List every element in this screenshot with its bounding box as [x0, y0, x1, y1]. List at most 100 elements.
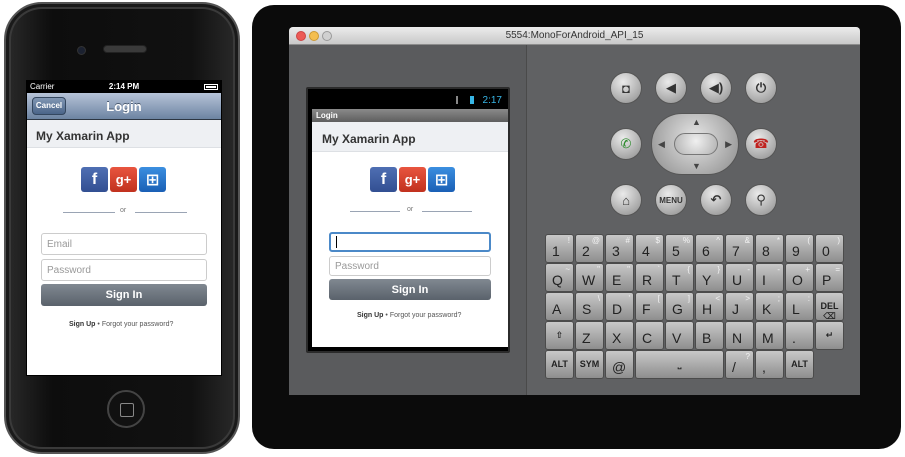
menu-button[interactable]: MENU	[655, 184, 687, 216]
key-symbol[interactable]: @	[605, 350, 634, 379]
key-j[interactable]: J >	[725, 292, 754, 321]
key-symbol[interactable]: /?	[725, 350, 754, 379]
email-field[interactable]: Email	[41, 233, 207, 255]
key-alt[interactable]: ALT	[785, 350, 814, 379]
end-call-button[interactable]: ☎	[745, 128, 777, 160]
key-r[interactable]: R `	[635, 263, 664, 292]
key-main-label: N	[732, 330, 743, 346]
key-l[interactable]: L:	[785, 292, 814, 321]
key-shift-label: (	[807, 236, 810, 245]
key-e[interactable]: E "	[605, 263, 634, 292]
microsoft-login-button[interactable]: ⊞	[139, 167, 166, 192]
sign-up-link[interactable]: Sign Up	[357, 312, 383, 319]
key-n[interactable]: N	[725, 321, 754, 350]
key-m[interactable]: M	[755, 321, 784, 350]
key-q[interactable]: Q ~	[545, 263, 574, 292]
key-main-label: A	[552, 301, 562, 317]
key-8[interactable]: 8 *	[755, 234, 784, 263]
facebook-login-button[interactable]: f	[81, 167, 108, 192]
key-f[interactable]: F[	[635, 292, 664, 321]
power-button[interactable]: ⏻	[745, 72, 777, 104]
key-b[interactable]: B	[695, 321, 724, 350]
key-x[interactable]: X	[605, 321, 634, 350]
key-9[interactable]: 9(	[785, 234, 814, 263]
key-i[interactable]: I-	[755, 263, 784, 292]
username-field[interactable]	[329, 232, 491, 252]
link-separator: •	[385, 312, 388, 319]
password-field[interactable]: Password	[41, 259, 207, 281]
key-main-label: 5	[672, 243, 680, 259]
key-4[interactable]: 4 $	[635, 234, 664, 263]
dpad-down-icon[interactable]: ▼	[692, 161, 701, 171]
android-status-bar: 2:17	[312, 91, 508, 109]
key-w[interactable]: W "	[575, 263, 604, 292]
key-v[interactable]: V	[665, 321, 694, 350]
key-d[interactable]: D '	[605, 292, 634, 321]
dpad-up-icon[interactable]: ▲	[692, 117, 701, 127]
key-[interactable]: ↵	[815, 321, 844, 350]
volume-down-icon: ◀	[666, 80, 676, 95]
key-main-label: 2	[582, 243, 590, 259]
camera-button[interactable]: ◘	[610, 72, 642, 104]
key-main-label: 0	[822, 243, 830, 259]
account-links: Sign Up • Forgot your password?	[69, 321, 173, 328]
key-del[interactable]: DEL ⌫	[815, 292, 844, 321]
key-g[interactable]: G]	[665, 292, 694, 321]
key-3[interactable]: 3 #	[605, 234, 634, 263]
microsoft-login-button[interactable]: ⊞	[428, 167, 455, 192]
or-divider: or	[350, 206, 472, 216]
iphone-speaker	[103, 45, 147, 53]
forgot-password-link[interactable]: Forgot your password?	[102, 321, 174, 328]
key-shift-label: >	[745, 294, 750, 303]
key-y[interactable]: Y}	[695, 263, 724, 292]
key-alt[interactable]: ALT	[545, 350, 574, 379]
key-u[interactable]: U-	[725, 263, 754, 292]
key-label: SYM	[579, 359, 600, 369]
android-screen: 2:17 Login My Xamarin App f g+ ⊞ or Pass…	[306, 87, 510, 353]
dpad-center-button[interactable]	[674, 133, 718, 155]
password-field[interactable]: Password	[329, 256, 491, 276]
home-button[interactable]: ⌂	[610, 184, 642, 216]
key-s[interactable]: S \	[575, 292, 604, 321]
dpad-right-icon[interactable]: ▶	[725, 139, 732, 150]
key-symbol[interactable]: .	[785, 321, 814, 350]
volume-down-button[interactable]: ◀	[655, 72, 687, 104]
volume-up-button[interactable]: ◀)	[700, 72, 732, 104]
key-sym[interactable]: SYM	[575, 350, 604, 379]
key-[interactable]: ⇧	[545, 321, 574, 350]
key-h[interactable]: H <	[695, 292, 724, 321]
key-o[interactable]: O +	[785, 263, 814, 292]
key-a[interactable]: A	[545, 292, 574, 321]
key-p[interactable]: P =	[815, 263, 844, 292]
iphone-home-button[interactable]	[107, 390, 145, 428]
key-2[interactable]: 2 @	[575, 234, 604, 263]
facebook-login-button[interactable]: f	[370, 167, 397, 192]
google-plus-login-button[interactable]: g+	[110, 167, 137, 192]
key-z[interactable]: Z	[575, 321, 604, 350]
key-0[interactable]: 0)	[815, 234, 844, 263]
sign-up-link[interactable]: Sign Up	[69, 321, 95, 328]
back-button[interactable]: ↶	[700, 184, 732, 216]
key-[interactable]: ⎵	[635, 350, 724, 379]
dpad[interactable]: ▲ ▼ ◀ ▶	[651, 113, 739, 175]
key-main-label: M	[762, 330, 774, 346]
key-5[interactable]: 5%	[665, 234, 694, 263]
forgot-password-link[interactable]: Forgot your password?	[390, 312, 462, 319]
key-k[interactable]: K;	[755, 292, 784, 321]
key-symbol[interactable]: ,	[755, 350, 784, 379]
key-shift-label: $	[655, 236, 660, 245]
sign-in-button[interactable]: Sign In	[329, 279, 491, 300]
text-cursor	[336, 236, 337, 248]
call-button[interactable]: ✆	[610, 128, 642, 160]
key-7[interactable]: 7 &	[725, 234, 754, 263]
key-t[interactable]: T{	[665, 263, 694, 292]
google-plus-login-button[interactable]: g+	[399, 167, 426, 192]
search-button[interactable]: ⚲	[745, 184, 777, 216]
battery-icon	[204, 84, 218, 90]
key-c[interactable]: C	[635, 321, 664, 350]
dpad-left-icon[interactable]: ◀	[658, 139, 665, 150]
key-1[interactable]: 1!	[545, 234, 574, 263]
key-6[interactable]: 6 ^	[695, 234, 724, 263]
menu-label: MENU	[659, 195, 683, 205]
sign-in-button[interactable]: Sign In	[41, 284, 207, 306]
